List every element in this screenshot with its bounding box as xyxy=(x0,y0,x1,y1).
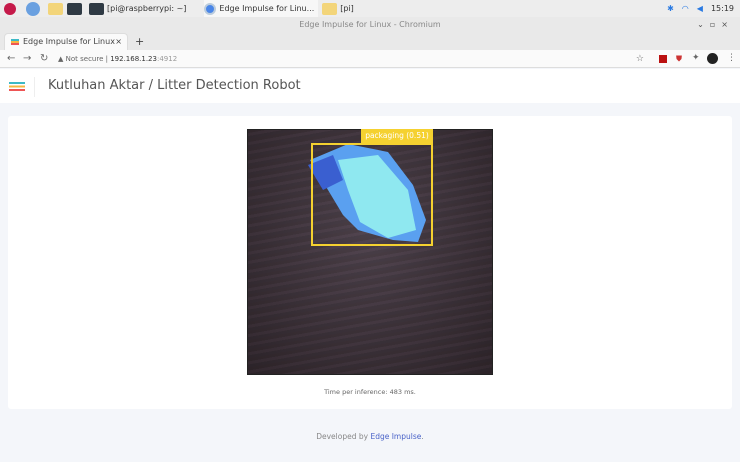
edge-impulse-favicon xyxy=(11,39,19,45)
bounding-box xyxy=(311,143,433,246)
bookmark-star-icon[interactable]: ☆ xyxy=(636,52,644,66)
back-icon[interactable]: ← xyxy=(7,53,15,64)
extension-icon[interactable] xyxy=(659,55,667,63)
menu-kebab-icon[interactable]: ⋮ xyxy=(727,53,736,63)
terminal-launcher-icon[interactable] xyxy=(67,2,82,15)
wifi-icon[interactable]: ◠ xyxy=(682,4,689,13)
folder-launcher-icon[interactable] xyxy=(44,2,63,15)
new-tab-button[interactable]: + xyxy=(135,35,144,48)
browser-tab[interactable]: Edge Impulse for Linux × xyxy=(4,33,128,50)
warning-icon: ▲ xyxy=(58,55,64,63)
chromium-icon xyxy=(204,2,217,15)
bluetooth-icon[interactable]: ✱ xyxy=(667,4,674,13)
edge-impulse-link[interactable]: Edge Impulse xyxy=(370,432,421,441)
page-title: Kutluhan Aktar / Litter Detection Robot xyxy=(48,78,301,93)
edge-impulse-logo[interactable] xyxy=(9,82,25,91)
taskbar-terminal[interactable]: [pi@raspberrypi: ~] xyxy=(89,2,186,15)
inference-time: Time per inference: 483 ms. xyxy=(324,388,416,396)
ublock-icon[interactable]: ⛊ xyxy=(676,54,682,64)
taskbar-folder[interactable]: [pi] xyxy=(322,2,354,15)
taskbar-browser[interactable]: Edge Impulse for Linu... xyxy=(204,0,319,17)
page-header: Kutluhan Aktar / Litter Detection Robot xyxy=(0,69,740,103)
terminal-icon xyxy=(89,2,104,15)
clock: 15:19 xyxy=(710,4,734,13)
folder-icon xyxy=(322,2,338,15)
window-controls[interactable]: ⌄▫× xyxy=(697,17,734,33)
window-titlebar: Edge Impulse for Linux - Chromium ⌄▫× xyxy=(0,17,740,33)
address-bar-row: ← → ↻ ▲ Not secure | 192.168.1.23:4912 ☆… xyxy=(0,50,740,68)
taskbar: [pi@raspberrypi: ~] Edge Impulse for Lin… xyxy=(0,0,740,17)
raspberry-menu-icon[interactable] xyxy=(4,2,16,15)
url-input[interactable]: ▲ Not secure | 192.168.1.23:4912 ☆ xyxy=(58,52,648,66)
divider xyxy=(34,77,35,97)
extensions-puzzle-icon[interactable]: ✦ xyxy=(692,53,700,63)
reload-icon[interactable]: ↻ xyxy=(40,53,48,64)
detection-label: packaging (0.51) xyxy=(361,129,433,143)
profile-icon[interactable] xyxy=(707,53,718,64)
volume-icon[interactable]: ◀ xyxy=(697,4,703,13)
tab-close-button[interactable]: × xyxy=(115,34,122,50)
footer: Developed by Edge Impulse. xyxy=(316,432,424,441)
forward-icon[interactable]: → xyxy=(23,53,31,64)
browser-launcher-icon[interactable] xyxy=(20,1,40,16)
